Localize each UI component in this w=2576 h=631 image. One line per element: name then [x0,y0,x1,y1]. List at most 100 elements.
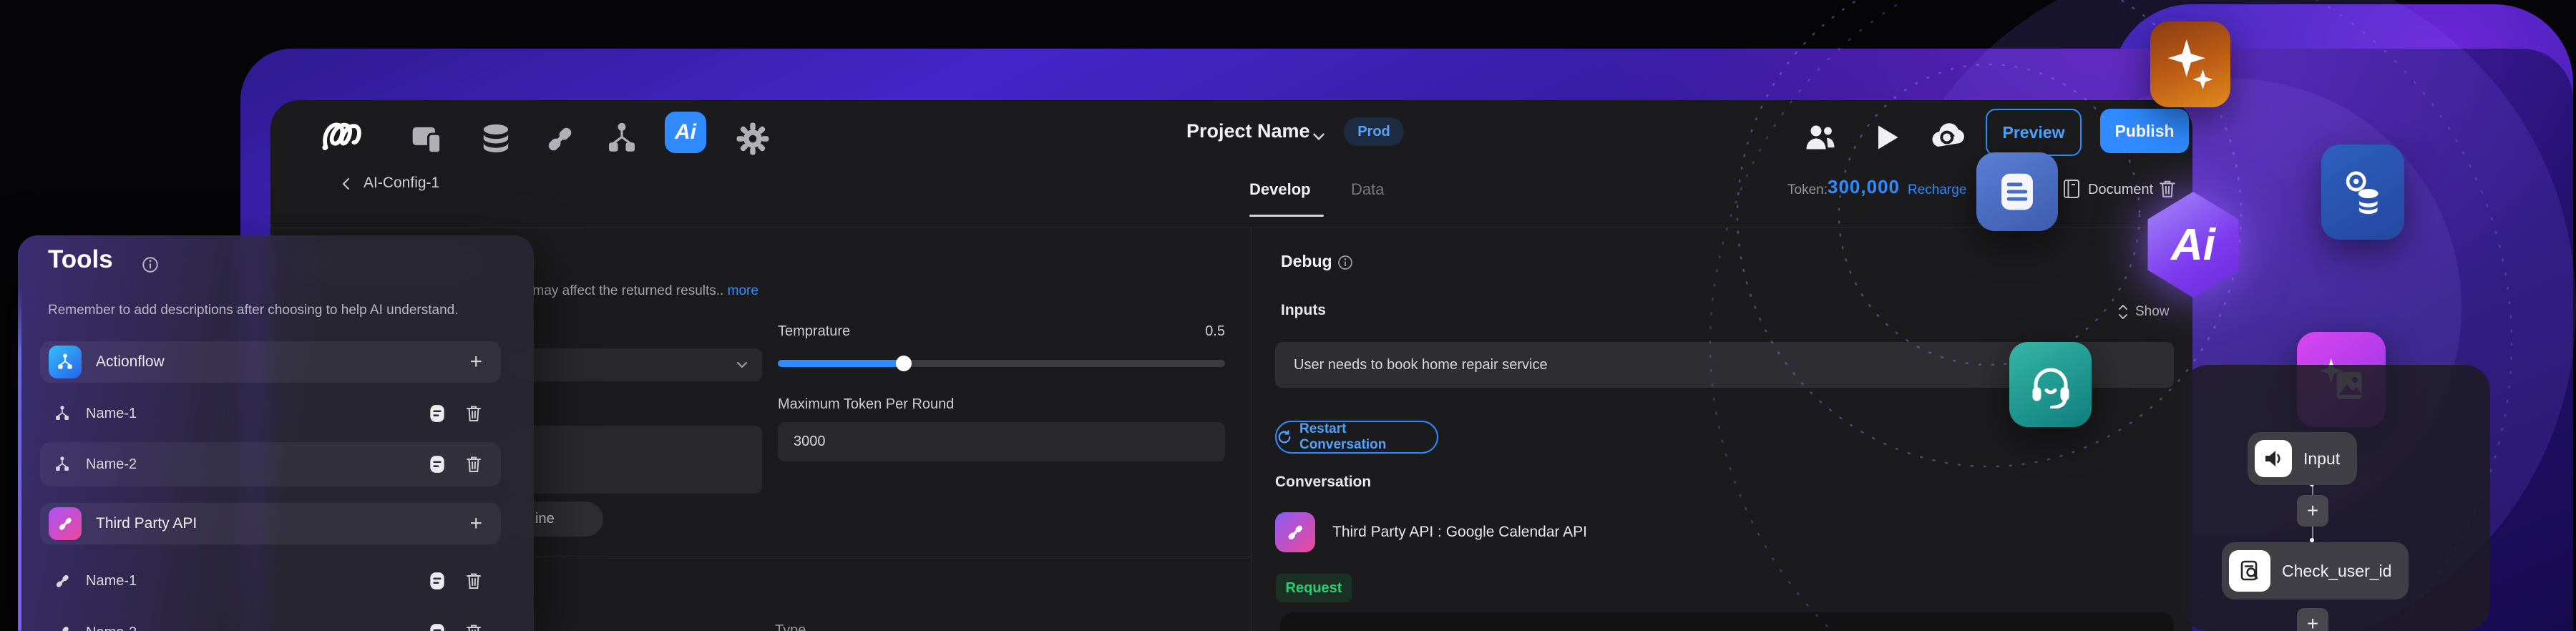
actionflow-icon[interactable] [604,120,640,156]
tools-subtitle: Remember to add descriptions after choos… [48,303,459,318]
publish-button[interactable]: Publish [2100,109,2189,153]
tools-item-label: Name-1 [86,406,137,422]
app-window: Ai Project Name Prod Preview Publish AI-… [270,100,2192,631]
token-label: Token: [1787,182,1828,198]
tools-group-actionflow[interactable]: Actionflow + [40,341,501,383]
temperature-slider-knob[interactable] [896,356,912,371]
tools-item-label: Name-2 [86,625,137,631]
document-book-icon[interactable] [2062,179,2081,199]
project-chevron-down-icon[interactable] [1309,127,1328,146]
tab-data[interactable]: Data [1351,180,1384,199]
third-party-api-icon [1275,512,1315,552]
recharge-link[interactable]: Recharge [1908,182,1966,198]
app-logo-icon[interactable] [320,119,381,152]
add-actionflow-icon[interactable]: + [469,350,482,374]
env-badge: Prod [1344,117,1404,146]
database-icon[interactable] [478,122,514,157]
delete-trash-icon[interactable] [465,623,482,631]
tools-item-actionflow-name-1[interactable]: Name-1 [40,398,501,429]
max-token-label: Maximum Token Per Round [778,396,954,413]
sort-updown-icon [2117,303,2129,321]
screenshot-root: Ai Project Name Prod Preview Publish AI-… [0,0,2576,631]
flow-node-input[interactable]: Input [2248,432,2357,485]
temperature-slider-fill [778,360,903,367]
tools-info-icon[interactable] [141,255,160,274]
actionflow-item-icon [53,455,72,474]
request-badge: Request [1276,574,1352,602]
tools-item-api-name-2[interactable]: Name-2 [40,617,501,631]
tools-item-label: Name-2 [86,456,137,473]
tools-group-label: Third Party API [96,515,197,532]
request-body-box [1280,612,2174,631]
api-plug-icon[interactable] [542,122,577,156]
tools-group-label: Actionflow [96,353,165,371]
tools-panel: Tools Remember to add descriptions after… [18,235,534,631]
floating-sparkle-icon [2150,21,2230,107]
tools-title: Tools [48,245,113,274]
description-message-icon[interactable] [428,571,447,591]
flow-node-check-user-id[interactable]: Check_user_id [2222,542,2409,600]
refresh-icon [1277,429,1292,445]
debug-info-icon[interactable] [1337,254,1354,271]
show-toggle[interactable]: Show [2117,303,2170,321]
floating-ai-hexagon-icon: Ai [2144,192,2243,298]
floating-headset-icon [2009,342,2092,427]
tools-item-actionflow-name-2[interactable]: Name-2 [40,442,501,486]
inputs-label: Inputs [1281,302,1326,319]
more-link[interactable]: more [728,283,758,298]
model-config-box[interactable] [501,426,762,494]
add-node-button-1[interactable]: + [2297,495,2328,527]
conversation-label: Conversation [1275,474,1371,491]
description-message-icon[interactable] [428,403,447,424]
model-select[interactable] [501,348,762,381]
third-party-api-group-icon [49,507,82,540]
restart-conversation-button[interactable]: Restart Conversation [1275,421,1438,454]
config-breadcrumb[interactable]: AI-Config-1 [364,175,439,192]
tab-develop[interactable]: Develop [1249,180,1311,199]
pages-icon[interactable] [409,122,445,157]
temperature-label: Temprature [778,323,850,340]
back-chevron-icon[interactable] [339,176,355,192]
description-message-icon[interactable] [428,454,447,474]
tab-develop-underline [1249,215,1324,217]
tools-item-label: Name-1 [86,573,137,590]
document-search-icon [2229,550,2270,592]
floating-document-icon [1976,152,2058,231]
delete-trash-icon[interactable] [465,404,482,423]
plug-item-icon [53,572,72,590]
tools-item-api-name-1[interactable]: Name-1 [40,565,501,597]
description-message-icon[interactable] [428,622,447,631]
tools-group-third-party-api[interactable]: Third Party API + [40,503,501,544]
actionflow-item-icon [53,404,72,423]
project-name[interactable]: Project Name [1186,120,1310,142]
temperature-slider[interactable] [778,360,1225,367]
token-value: 300,000 [1828,176,1900,198]
cloud-sync-icon[interactable] [1928,119,1965,156]
settings-gear-icon[interactable] [736,122,770,156]
ai-hexagon-glyph: Ai [2144,192,2243,298]
delete-trash-icon[interactable] [465,455,482,474]
temperature-value: 0.5 [1201,323,1225,340]
actionflow-group-icon [49,346,82,378]
select-chevron-down-icon [733,356,751,373]
flow-node-check-label: Check_user_id [2282,562,2391,581]
plug-item-icon [53,623,72,631]
flow-node-input-label: Input [2303,449,2340,469]
run-play-icon[interactable] [1870,122,1902,153]
add-node-button-2[interactable]: + [2297,608,2328,631]
type-label: Type [775,622,806,631]
speaker-icon [2255,440,2292,477]
preview-button[interactable]: Preview [1986,109,2082,156]
show-label: Show [2135,304,2170,320]
model-description: l may affect the returned results.. more [526,283,758,299]
ai-tab-icon[interactable]: Ai [665,112,706,153]
conversation-item[interactable]: Third Party API : Google Calendar API [1332,524,1587,541]
floating-token-database-icon [2321,145,2404,240]
debug-title: Debug [1281,252,1332,271]
add-third-party-api-icon[interactable]: + [469,512,482,536]
max-token-input[interactable]: 3000 [778,422,1225,461]
restart-conversation-label: Restart Conversation [1299,421,1437,453]
collaborators-icon[interactable] [1803,120,1838,155]
delete-trash-icon[interactable] [465,572,482,590]
model-description-text: l may affect the returned results.. [526,283,723,298]
